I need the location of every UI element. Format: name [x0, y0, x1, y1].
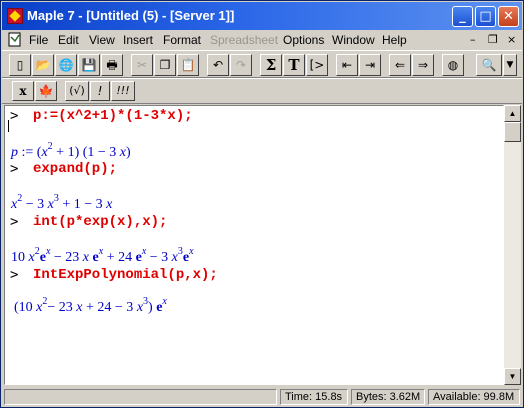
command-4[interactable]: IntExpPolynomial(p,x);	[33, 267, 218, 283]
menu-view[interactable]: View	[89, 33, 115, 47]
redo-icon: ↷	[235, 58, 247, 72]
text-button[interactable]: T	[283, 54, 305, 76]
scroll-down-button[interactable]: ▼	[504, 368, 521, 385]
scroll-up-button[interactable]: ▲	[504, 105, 521, 122]
open-button[interactable]: 📂	[32, 54, 54, 76]
text-icon: T	[288, 56, 300, 74]
chevron-down-icon: ▼	[508, 372, 517, 381]
command-2[interactable]: expand(p);	[33, 161, 117, 177]
input-prompt: >	[10, 161, 19, 177]
zoom-button[interactable]: 🔍	[476, 54, 502, 76]
status-time: Time: 15.8s	[280, 389, 348, 405]
output-1: p := (x2 + 1) (1 − 3 x)	[11, 141, 131, 160]
forward-button[interactable]: ⇒	[412, 54, 434, 76]
print-icon: 🖶	[106, 58, 118, 72]
undo-icon: ↶	[212, 58, 224, 72]
close-button[interactable]: ✕	[498, 6, 519, 27]
sigma-icon: Σ	[265, 56, 277, 74]
maple-leaf-button[interactable]: 🍁	[35, 81, 57, 101]
print-button[interactable]: 🖶	[101, 54, 123, 76]
menu-window[interactable]: Window	[332, 33, 375, 47]
minimize-button[interactable]: _	[452, 6, 473, 27]
maple-window: Maple 7 - [Untitled (5) - [Server 1]] _ …	[0, 0, 524, 408]
execute-button[interactable]: !	[90, 81, 110, 101]
maple-leaf-icon: 🍁	[38, 84, 54, 98]
input-prompt: >	[10, 214, 19, 230]
maple-app-icon[interactable]	[7, 8, 23, 24]
context-toolbar: x 🍁 (√) ! !!!	[2, 78, 522, 104]
cut-icon: ✂	[136, 58, 148, 72]
command-1[interactable]: p:=(x^2+1)*(1-3*x);	[33, 108, 193, 124]
status-bytes: Bytes: 3.62M	[351, 389, 425, 405]
execute-all-icon: !!!	[116, 84, 130, 97]
copy-button[interactable]: ❐	[154, 54, 176, 76]
stop-button[interactable]: ◍	[442, 54, 464, 76]
output-4: (10 x2− 23 x + 24 − 3 x3) ex	[14, 296, 167, 315]
input-prompt: >	[10, 108, 19, 124]
menu-insert[interactable]: Insert	[123, 33, 153, 47]
math-mode-button[interactable]: x	[12, 81, 34, 101]
menu-help[interactable]: Help	[382, 33, 407, 47]
window-title: Maple 7 - [Untitled (5) - [Server 1]]	[27, 8, 235, 23]
status-available: Available: 99.8M	[428, 389, 520, 405]
new-icon: ▯	[16, 58, 24, 72]
indent-icon: ⇥	[364, 58, 376, 72]
open-icon: 📂	[35, 58, 51, 72]
open-url-button[interactable]: 🌐	[55, 54, 77, 76]
math-mode-icon: x	[19, 84, 27, 98]
undo-button[interactable]: ↶	[207, 54, 229, 76]
input-button[interactable]: [>	[306, 54, 328, 76]
maximize-button[interactable]: □	[475, 6, 496, 27]
paste-icon: 📋	[180, 58, 196, 72]
check-syntax-button[interactable]: (√)	[65, 81, 89, 101]
doc-minimize-button[interactable]: –	[470, 33, 476, 46]
doc-close-button[interactable]: ×	[507, 33, 516, 46]
zoom-icon: 🔍	[481, 58, 497, 72]
unindent-button[interactable]: ⇤	[336, 54, 358, 76]
title-bar[interactable]: Maple 7 - [Untitled (5) - [Server 1]] _ …	[2, 2, 522, 30]
menu-spreadsheet[interactable]: Spreadsheet	[210, 33, 278, 47]
main-toolbar: ▯ 📂 🌐 💾 🖶 ✂ ❐ 📋 ↶ ↷ Σ T [> ⇤ ⇥ ⇐ ⇒ ◍ 🔍 ▼	[2, 50, 522, 78]
scroll-thumb[interactable]	[504, 122, 521, 142]
status-bar: Time: 15.8s Bytes: 3.62M Available: 99.8…	[2, 387, 522, 407]
unindent-icon: ⇤	[341, 58, 353, 72]
forward-icon: ⇒	[417, 58, 429, 72]
sigma-button[interactable]: Σ	[260, 54, 282, 76]
execute-all-button[interactable]: !!!	[111, 81, 135, 101]
output-3: 10 x2ex − 23 x ex + 24 ex − 3 x3ex	[11, 246, 194, 265]
back-icon: ⇐	[394, 58, 406, 72]
worksheet[interactable]: > p:=(x^2+1)*(1-3*x); p := (x2 + 1) (1 −…	[4, 105, 504, 385]
indent-button[interactable]: ⇥	[359, 54, 381, 76]
new-button[interactable]: ▯	[9, 54, 31, 76]
check-syntax-icon: (√)	[69, 84, 85, 97]
back-button[interactable]: ⇐	[389, 54, 411, 76]
chevron-down-icon: ▼	[506, 60, 514, 70]
save-icon: 💾	[81, 58, 97, 72]
open-url-icon: 🌐	[58, 58, 74, 72]
paste-button[interactable]: 📋	[177, 54, 199, 76]
worksheet-doc-icon[interactable]	[8, 32, 22, 47]
stop-icon: ◍	[447, 58, 459, 72]
menu-edit[interactable]: Edit	[58, 33, 79, 47]
cut-button[interactable]: ✂	[131, 54, 153, 76]
redo-button[interactable]: ↷	[230, 54, 252, 76]
status-message	[4, 389, 277, 405]
text-caret	[8, 120, 9, 132]
command-3[interactable]: int(p*exp(x),x);	[33, 214, 167, 230]
vertical-scrollbar[interactable]: ▲ ▼	[504, 105, 521, 385]
copy-icon: ❐	[159, 58, 171, 72]
output-2: x2 − 3 x3 + 1 − 3 x	[11, 193, 113, 212]
save-button[interactable]: 💾	[78, 54, 100, 76]
menu-bar: File Edit View Insert Format Spreadsheet…	[2, 30, 522, 50]
menu-format[interactable]: Format	[163, 33, 201, 47]
menu-file[interactable]: File	[29, 33, 48, 47]
input-icon: [>	[309, 58, 325, 72]
input-prompt: >	[10, 267, 19, 283]
chevron-up-icon: ▲	[508, 109, 517, 118]
doc-restore-button[interactable]: ❐	[488, 33, 498, 46]
execute-icon: !	[97, 84, 103, 98]
menu-options[interactable]: Options	[283, 33, 324, 47]
toolbar-dropdown[interactable]: ▼	[503, 54, 517, 76]
